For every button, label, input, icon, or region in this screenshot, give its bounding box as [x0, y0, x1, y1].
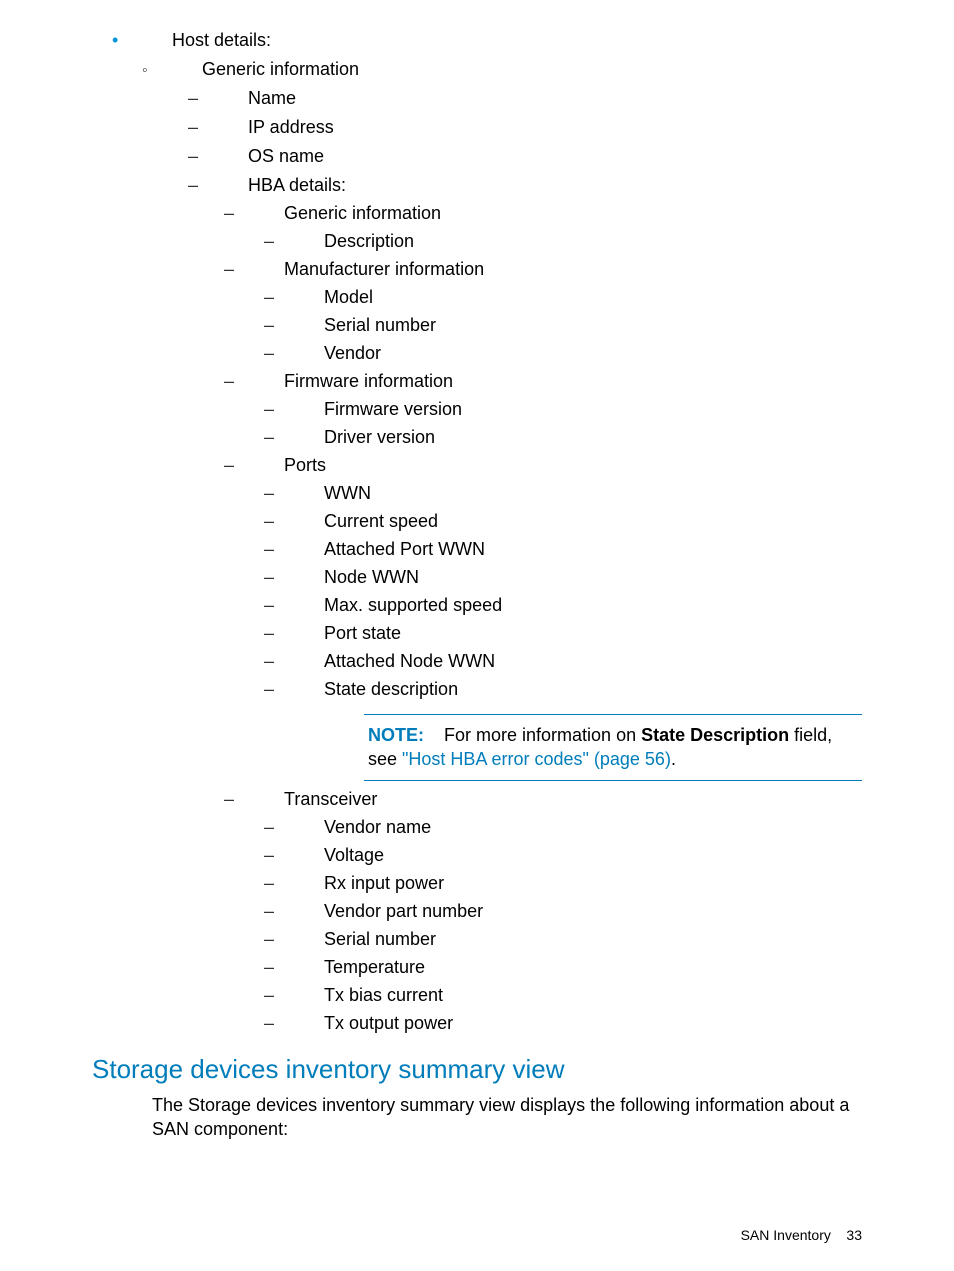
text-wwn: WWN [324, 483, 371, 503]
text-temperature: Temperature [324, 957, 425, 977]
list-item: Port state [284, 623, 862, 644]
text-max-supported-speed: Max. supported speed [324, 595, 502, 615]
note-label: NOTE: [368, 725, 424, 745]
text-model: Model [324, 287, 373, 307]
text-hba-generic-info: Generic information [284, 203, 441, 223]
list-item: Voltage [284, 845, 862, 866]
list-item-hba-details: HBA details: Generic information Descrip… [202, 175, 862, 1034]
page-footer: SAN Inventory 33 [741, 1227, 862, 1243]
text-hba-details: HBA details: [248, 175, 346, 195]
text-tx-bias-current: Tx bias current [324, 985, 443, 1005]
list-item: Driver version [284, 427, 862, 448]
text-description: Description [324, 231, 414, 251]
list-item: Vendor part number [284, 901, 862, 922]
text-tx-output-power: Tx output power [324, 1013, 453, 1033]
text-firmware-info: Firmware information [284, 371, 453, 391]
text-driver-version: Driver version [324, 427, 435, 447]
text-vendor-name: Vendor name [324, 817, 431, 837]
text-transceiver: Transceiver [284, 789, 377, 809]
text-serial-number: Serial number [324, 315, 436, 335]
list-item: Vendor name [284, 817, 862, 838]
list-item: WWN [284, 483, 862, 504]
text-state-description: State description [324, 679, 458, 699]
list-item: Firmware version [284, 399, 862, 420]
text-generic-info: Generic information [202, 59, 359, 79]
text-ip-address: IP address [248, 117, 334, 137]
text-trans-serial-number: Serial number [324, 929, 436, 949]
footer-page: 33 [846, 1227, 862, 1243]
section-paragraph: The Storage devices inventory summary vi… [152, 1093, 862, 1142]
list-item: IP address [202, 117, 862, 138]
text-voltage: Voltage [324, 845, 384, 865]
note-link[interactable]: "Host HBA error codes" (page 56) [402, 749, 671, 769]
list-item: Max. supported speed [284, 595, 862, 616]
list-item: Firmware information Firmware version Dr… [248, 371, 862, 448]
list-item: Generic information Description [248, 203, 862, 252]
list-item: Serial number [284, 929, 862, 950]
list-item: Attached Port WWN [284, 539, 862, 560]
text-port-state: Port state [324, 623, 401, 643]
text-firmware-version: Firmware version [324, 399, 462, 419]
list-item: Description [284, 231, 862, 252]
text-vendor-part-number: Vendor part number [324, 901, 483, 921]
text-name: Name [248, 88, 296, 108]
list-item: Attached Node WWN [284, 651, 862, 672]
list-item: State description NOTE: For more informa… [284, 679, 862, 781]
text-attached-port-wwn: Attached Port WWN [324, 539, 485, 559]
list-item: Tx bias current [284, 985, 862, 1006]
list-item-host-details: Host details: Generic information Name I… [92, 30, 862, 1034]
text-host-details: Host details: [172, 30, 271, 50]
list-item: Vendor [284, 343, 862, 364]
list-item: Current speed [284, 511, 862, 532]
note-box: NOTE: For more information on State Desc… [364, 714, 862, 781]
text-attached-node-wwn: Attached Node WWN [324, 651, 495, 671]
text-current-speed: Current speed [324, 511, 438, 531]
footer-label: SAN Inventory [741, 1227, 831, 1243]
list-item: Tx output power [284, 1013, 862, 1034]
text-os-name: OS name [248, 146, 324, 166]
list-item: Node WWN [284, 567, 862, 588]
list-item: Transceiver Vendor name Voltage Rx input… [248, 789, 862, 1034]
list-item: Rx input power [284, 873, 862, 894]
list-item: Ports WWN Current speed Attached Port WW… [248, 455, 862, 781]
text-node-wwn: Node WWN [324, 567, 419, 587]
list-item: OS name [202, 146, 862, 167]
list-item: Name [202, 88, 862, 109]
section-heading: Storage devices inventory summary view [92, 1054, 862, 1085]
list-item: Temperature [284, 957, 862, 978]
note-text-post: . [671, 749, 676, 769]
text-rx-input-power: Rx input power [324, 873, 444, 893]
note-text-pre: For more information on [444, 725, 641, 745]
list-item: Model [284, 287, 862, 308]
note-bold: State Description [641, 725, 789, 745]
text-manufacturer-info: Manufacturer information [284, 259, 484, 279]
list-item: Serial number [284, 315, 862, 336]
list-item: Manufacturer information Model Serial nu… [248, 259, 862, 364]
list-item-generic-info: Generic information Name IP address OS n… [172, 59, 862, 1034]
text-ports: Ports [284, 455, 326, 475]
text-vendor: Vendor [324, 343, 381, 363]
